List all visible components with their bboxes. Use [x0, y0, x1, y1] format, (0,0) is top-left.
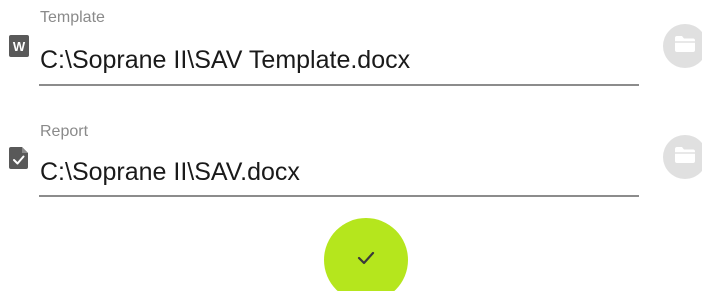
report-field: Report — [0, 112, 702, 212]
template-field: Template W — [0, 0, 702, 100]
folder-icon — [674, 35, 696, 58]
template-browse-button[interactable] — [663, 24, 702, 68]
folder-icon — [674, 146, 696, 169]
report-browse-button[interactable] — [663, 135, 702, 179]
report-underline — [39, 195, 639, 197]
report-document-icon — [9, 147, 29, 169]
template-label: Template — [40, 9, 105, 26]
report-path-input[interactable] — [40, 155, 638, 189]
word-document-icon: W — [9, 35, 29, 57]
template-path-input[interactable] — [40, 43, 638, 77]
template-underline — [39, 84, 639, 86]
file-selection-panel: Template W Report — [0, 0, 702, 291]
checkmark-icon — [357, 251, 375, 270]
svg-text:W: W — [13, 39, 26, 54]
report-label: Report — [40, 123, 89, 140]
confirm-button[interactable] — [324, 218, 408, 291]
